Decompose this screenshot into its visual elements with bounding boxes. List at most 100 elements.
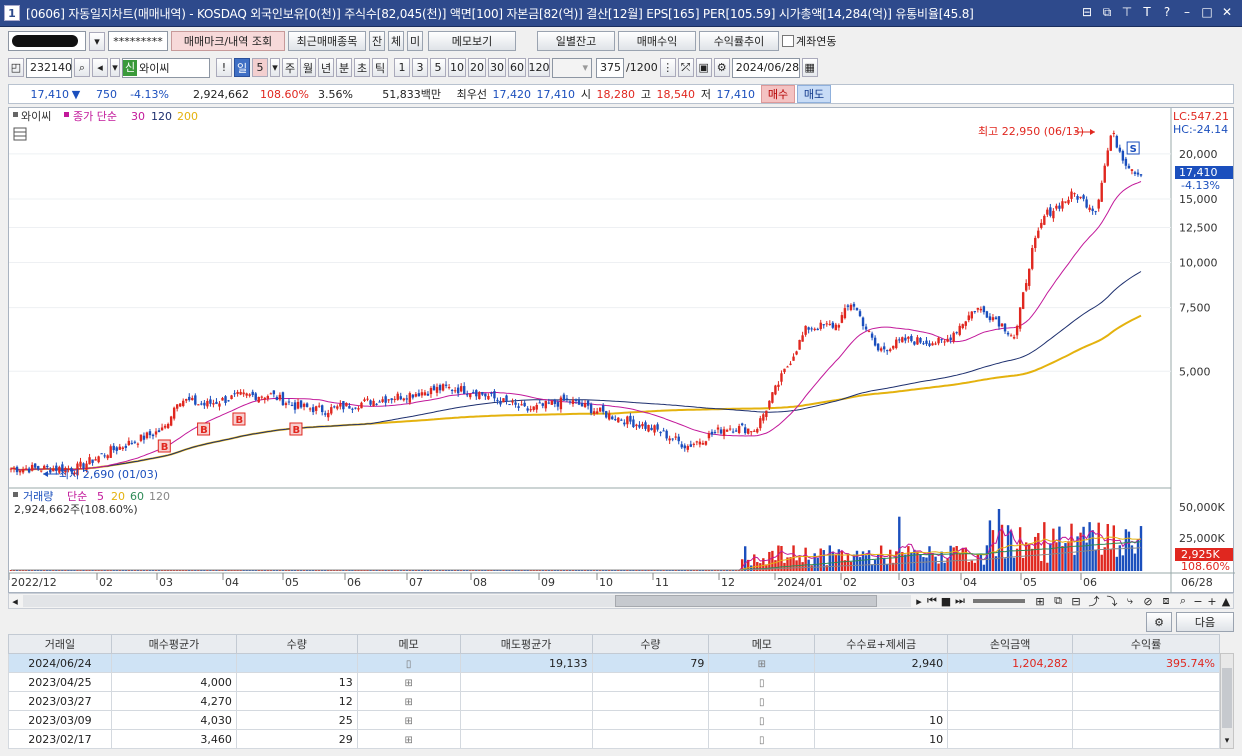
forward-icon[interactable]: ⏭ <box>953 594 967 608</box>
stock-name-field[interactable]: 신 와이씨 <box>122 57 210 78</box>
period-value-dropdown-icon[interactable]: ▾ <box>270 58 280 77</box>
scroll-left-icon[interactable]: ◂ <box>9 595 21 608</box>
chart-type-icon[interactable]: ⋮ <box>659 58 676 77</box>
search-icon[interactable]: ⌕ <box>74 58 90 77</box>
col-sell-avg[interactable]: 매도평균가 <box>459 634 593 654</box>
layout-icon[interactable]: ⊞ <box>1031 595 1049 608</box>
interval-10[interactable]: 10 <box>448 58 466 77</box>
interval-1[interactable]: 1 <box>394 58 410 77</box>
memo-icon[interactable]: ▯ <box>759 716 765 727</box>
zoom-out-icon[interactable]: − <box>1191 595 1205 608</box>
period-minute[interactable]: 분 <box>336 58 352 77</box>
minimize-icon[interactable]: – <box>1180 5 1194 19</box>
horizontal-scrollbar[interactable] <box>23 595 911 607</box>
copy-window-icon[interactable]: ⧉ <box>1100 5 1114 19</box>
table-row[interactable]: 2023/04/25 4,000 13 ⊞ ▯ <box>8 672 1220 692</box>
memo-icon[interactable]: ⊞ <box>404 735 412 746</box>
memo-icon[interactable]: ▯ <box>759 678 765 689</box>
period-tick[interactable]: 틱 <box>372 58 388 77</box>
maximize-icon[interactable]: □ <box>1200 5 1214 19</box>
alert-icon[interactable]: ! <box>216 58 232 77</box>
zoom-slider[interactable] <box>973 599 1025 603</box>
memo-icon[interactable]: ⊞ <box>404 697 412 708</box>
period-week[interactable]: 주 <box>282 58 298 77</box>
rewind-icon[interactable]: ⏮ <box>925 594 939 608</box>
period-month[interactable]: 월 <box>300 58 316 77</box>
table-scroll-thumb[interactable] <box>1222 668 1232 728</box>
recent-trades-button[interactable]: 최근매매종목 <box>288 31 366 51</box>
sell-button[interactable]: 매도 <box>797 85 831 103</box>
pin-icon[interactable]: ⊤ <box>1120 5 1134 19</box>
interval-5[interactable]: 5 <box>430 58 446 77</box>
save-icon[interactable]: ▣ <box>695 58 712 77</box>
expand-icon[interactable]: ▲ <box>1219 595 1233 608</box>
trade-profit-button[interactable]: 매매수익 <box>618 31 696 51</box>
erase-icon[interactable]: ⊘ <box>1139 595 1157 608</box>
interval-60[interactable]: 60 <box>508 58 526 77</box>
memo-icon[interactable]: ⊞ <box>404 716 412 727</box>
zoom-search-icon[interactable]: ⌕ <box>1175 594 1191 608</box>
memo-icon[interactable]: ⊞ <box>758 659 766 670</box>
table-row[interactable]: 2024/06/24 ▯ 19,133 79 ⊞ 2,940 1,204,282 395.74… <box>8 653 1220 673</box>
memo-view-button[interactable]: 메모보기 <box>428 31 516 51</box>
col-pnl[interactable]: 손익금액 <box>947 634 1074 654</box>
period-year[interactable]: 년 <box>318 58 334 77</box>
sound-dropdown-icon[interactable]: ▾ <box>110 58 120 77</box>
scroll-right-icon[interactable]: ▸ <box>913 595 925 608</box>
buy-button[interactable]: 매수 <box>761 85 795 103</box>
fib-icon[interactable]: ⤵ <box>1103 593 1121 609</box>
help-icon[interactable]: ? <box>1160 5 1174 19</box>
interval-120[interactable]: 120 <box>528 58 550 77</box>
custom-interval-select[interactable]: ▾ <box>552 57 592 78</box>
checkbox-icon[interactable] <box>782 35 794 47</box>
link-icon[interactable]: ⊟ <box>1080 5 1094 19</box>
save-image-icon[interactable]: ⧈ <box>1157 594 1175 608</box>
col-fee-tax[interactable]: 수수료+제세금 <box>814 634 949 654</box>
compare-icon[interactable]: ⧉ <box>1049 594 1067 608</box>
table-row[interactable]: 2023/03/09 4,030 25 ⊞ ▯ 10 <box>8 710 1220 730</box>
interval-3[interactable]: 3 <box>412 58 428 77</box>
interval-20[interactable]: 20 <box>468 58 486 77</box>
period-value[interactable]: 5 <box>252 58 268 77</box>
memo-icon[interactable]: ⊞ <box>404 678 412 689</box>
col-buy-qty[interactable]: 수량 <box>235 634 358 654</box>
account-link-checkbox[interactable]: 계좌연동 <box>782 33 836 49</box>
filled-button[interactable]: 체 <box>388 31 404 51</box>
col-trade-date[interactable]: 거래일 <box>8 634 112 654</box>
gear-icon[interactable]: ⚙ <box>713 58 730 77</box>
password-field[interactable]: ********* <box>108 31 168 51</box>
search-list-icon[interactable]: ◰ <box>8 58 24 77</box>
grid-gear-icon[interactable]: ⚙ <box>1146 612 1172 632</box>
col-sell-qty[interactable]: 수량 <box>591 634 710 654</box>
close-icon[interactable]: ✕ <box>1220 5 1234 19</box>
col-return[interactable]: 수익률 <box>1072 634 1220 654</box>
date-input[interactable]: 2024/06/28 <box>731 57 800 78</box>
calendar-icon[interactable]: ▦ <box>801 58 818 77</box>
trade-mark-query-button[interactable]: 매매마크/내역 조회 <box>171 31 285 51</box>
memo-icon[interactable]: ▯ <box>759 697 765 708</box>
line-draw-icon[interactable]: ⤴ <box>1085 593 1103 609</box>
table-vertical-scrollbar[interactable]: ▾ <box>1220 653 1234 749</box>
account-dropdown-icon[interactable]: ▾ <box>89 31 105 51</box>
zoom-in-icon[interactable]: + <box>1205 595 1219 608</box>
memo-icon[interactable]: ▯ <box>759 735 765 746</box>
text-icon[interactable]: T <box>1140 5 1154 19</box>
next-button[interactable]: 다음 <box>1176 612 1234 632</box>
stock-chart[interactable]: B B B B S 20,000 15,000 12,500 10,000 7,500 5,000… <box>8 107 1235 594</box>
scroll-thumb[interactable] <box>615 595 877 607</box>
count-input[interactable]: 375 <box>596 57 624 78</box>
col-buy-memo[interactable]: 메모 <box>356 634 461 654</box>
period-day-button[interactable]: 일 <box>234 58 250 77</box>
balance-button[interactable]: 잔 <box>369 31 385 51</box>
daily-balance-button[interactable]: 일별잔고 <box>537 31 615 51</box>
col-sell-memo[interactable]: 메모 <box>708 634 816 654</box>
table-row[interactable]: 2023/02/17 3,460 29 ⊞ ▯ 10 <box>8 729 1220 749</box>
unfilled-button[interactable]: 미 <box>407 31 423 51</box>
magnet-icon[interactable]: ⤷ <box>1121 594 1139 608</box>
stop-icon[interactable]: ■ <box>939 595 953 608</box>
stock-code-input[interactable]: 232140 <box>26 57 72 78</box>
profit-trend-button[interactable]: 수익률추이 <box>699 31 779 51</box>
sound-icon[interactable]: ◂ <box>92 58 108 77</box>
memo-icon[interactable]: ▯ <box>406 659 412 670</box>
draw-tool-icon[interactable]: ⤱ <box>677 58 694 77</box>
